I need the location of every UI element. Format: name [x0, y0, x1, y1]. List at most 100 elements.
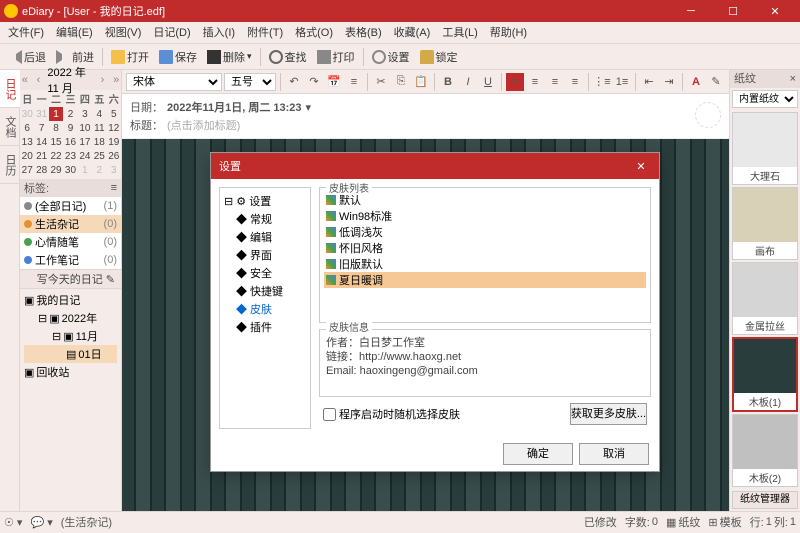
- outdent-button[interactable]: ⇤: [640, 73, 658, 91]
- menu-item[interactable]: 视图(V): [99, 23, 148, 43]
- align-center-button[interactable]: ≡: [526, 73, 544, 91]
- menu-item[interactable]: 收藏(A): [388, 23, 437, 43]
- delete-button[interactable]: 删除▾: [203, 46, 256, 68]
- save-button[interactable]: 保存: [155, 46, 201, 68]
- back-icon: [8, 50, 22, 64]
- side-tab[interactable]: 文档: [0, 108, 20, 146]
- copy-button[interactable]: ⎘: [392, 73, 410, 91]
- indent-button[interactable]: ⇥: [660, 73, 678, 91]
- settings-tree-node[interactable]: ◆ 界面: [224, 246, 306, 264]
- settings-button[interactable]: 设置: [368, 46, 414, 68]
- more-skins-button[interactable]: 获取更多皮肤...: [570, 403, 647, 425]
- menu-item[interactable]: 附件(T): [241, 23, 289, 43]
- write-today-button[interactable]: 写今天的日记 ✎: [20, 269, 121, 289]
- delete-icon: [207, 50, 221, 64]
- cal-prev-month[interactable]: ‹: [34, 74, 44, 86]
- menu-item[interactable]: 插入(I): [197, 23, 241, 43]
- skin-row[interactable]: 旧版默认: [324, 256, 646, 272]
- settings-tree-node[interactable]: ◆ 安全: [224, 264, 306, 282]
- texture-item[interactable]: 大理石: [732, 112, 798, 185]
- settings-tree-node[interactable]: ⊟ ⚙ 设置: [224, 192, 306, 210]
- cal-prev-year[interactable]: «: [20, 74, 30, 86]
- settings-tree-node[interactable]: ◆ 皮肤: [224, 300, 306, 318]
- date-dropdown-icon[interactable]: ▾: [306, 101, 312, 114]
- maximize-button[interactable]: ☐: [712, 0, 754, 22]
- save-icon: [159, 50, 173, 64]
- dialog-close-button[interactable]: ✕: [631, 160, 651, 173]
- texture-item[interactable]: 画布: [732, 187, 798, 260]
- settings-tree-node[interactable]: ◆ 常规: [224, 210, 306, 228]
- italic-button[interactable]: I: [459, 73, 477, 91]
- tag-row[interactable]: 生活杂记(0): [20, 215, 121, 233]
- texture-item[interactable]: 木板(1): [732, 337, 798, 412]
- texture-manager-button[interactable]: 纸纹管理器: [732, 491, 798, 509]
- cal-next-month[interactable]: ›: [98, 74, 108, 86]
- settings-tree-node[interactable]: ◆ 插件: [224, 318, 306, 336]
- close-button[interactable]: ✕: [754, 0, 796, 22]
- menu-item[interactable]: 编辑(E): [50, 23, 99, 43]
- font-color-button[interactable]: A: [687, 73, 705, 91]
- underline-button[interactable]: U: [479, 73, 497, 91]
- highlight-button[interactable]: ✎: [707, 73, 725, 91]
- align-left-button[interactable]: ≡: [506, 73, 524, 91]
- skin-list-label: 皮肤列表: [326, 180, 372, 195]
- menu-item[interactable]: 工具(L): [436, 23, 483, 43]
- align-right-button[interactable]: ≡: [546, 73, 564, 91]
- list-icon[interactable]: ≡: [345, 73, 363, 91]
- minimize-button[interactable]: ─: [670, 0, 712, 22]
- gear-icon: [372, 50, 386, 64]
- skin-row[interactable]: Win98标准: [324, 208, 646, 224]
- texture-preset-select[interactable]: 内置纸纹: [732, 90, 798, 108]
- font-select[interactable]: 宋体: [126, 73, 222, 91]
- meta-gear-icon[interactable]: [695, 102, 721, 128]
- forward-icon: [56, 50, 70, 64]
- settings-tree[interactable]: ⊟ ⚙ 设置◆ 常规◆ 编辑◆ 界面◆ 安全◆ 快捷键◆ 皮肤◆ 插件: [219, 187, 311, 429]
- tag-row[interactable]: 心情随笔(0): [20, 233, 121, 251]
- open-button[interactable]: 打开: [107, 46, 153, 68]
- bullet-list-button[interactable]: ⋮≡: [593, 73, 611, 91]
- dialog-title: 设置: [219, 158, 241, 174]
- texture-item[interactable]: 木板(2): [732, 414, 798, 487]
- menu-item[interactable]: 日记(D): [147, 23, 196, 43]
- skin-row[interactable]: 怀旧风格: [324, 240, 646, 256]
- date-icon[interactable]: 📅: [325, 73, 343, 91]
- align-justify-button[interactable]: ≡: [566, 73, 584, 91]
- diary-tree[interactable]: ▣我的日记 ⊟▣2022年 ⊟▣11月 ▤01日 ▣回收站: [20, 289, 121, 383]
- side-tab[interactable]: 日历: [0, 146, 20, 184]
- skin-row[interactable]: 低调浅灰: [324, 224, 646, 240]
- settings-tree-node[interactable]: ◆ 快捷键: [224, 282, 306, 300]
- redo-button[interactable]: ↷: [305, 73, 323, 91]
- settings-tree-node[interactable]: ◆ 编辑: [224, 228, 306, 246]
- paste-button[interactable]: 📋: [412, 73, 430, 91]
- search-button[interactable]: 查找: [265, 46, 311, 68]
- window-title: eDiary - [User - 我的日记.edf]: [22, 3, 670, 19]
- print-button[interactable]: 打印: [313, 46, 359, 68]
- cut-button[interactable]: ✂: [372, 73, 390, 91]
- bold-button[interactable]: B: [439, 73, 457, 91]
- side-tab[interactable]: 日记: [0, 70, 20, 108]
- status-tab: (生活杂记): [61, 514, 112, 530]
- texture-item[interactable]: 金属拉丝: [732, 262, 798, 335]
- back-button[interactable]: 后退: [4, 46, 50, 68]
- tag-row[interactable]: (全部日记)(1): [20, 197, 121, 215]
- size-select[interactable]: 五号: [224, 73, 276, 91]
- menu-item[interactable]: 表格(B): [339, 23, 388, 43]
- skin-row[interactable]: 默认: [324, 192, 646, 208]
- main-toolbar: 后退 前进 打开 保存 删除▾ 查找 打印 设置 锁定: [0, 44, 800, 70]
- ok-button[interactable]: 确定: [503, 443, 573, 465]
- menu-item[interactable]: 格式(O): [289, 23, 339, 43]
- number-list-button[interactable]: 1≡: [613, 73, 631, 91]
- tag-row[interactable]: 工作笔记(0): [20, 251, 121, 269]
- undo-button[interactable]: ↶: [285, 73, 303, 91]
- lock-button[interactable]: 锁定: [416, 46, 462, 68]
- skin-author: 作者：白日梦工作室: [326, 336, 644, 350]
- random-skin-checkbox[interactable]: 程序启动时随机选择皮肤: [323, 406, 460, 422]
- menu-item[interactable]: 帮助(H): [484, 23, 533, 43]
- calendar-grid[interactable]: 日一二三四五六303112345678910111213141516171819…: [20, 90, 121, 177]
- cancel-button[interactable]: 取消: [579, 443, 649, 465]
- cal-next-year[interactable]: »: [111, 74, 121, 86]
- skin-row[interactable]: 夏日暖调: [324, 272, 646, 288]
- skin-link: 链接：http://www.haoxg.net: [326, 350, 644, 364]
- title-input[interactable]: (点击添加标题): [167, 117, 240, 133]
- menu-item[interactable]: 文件(F): [2, 23, 50, 43]
